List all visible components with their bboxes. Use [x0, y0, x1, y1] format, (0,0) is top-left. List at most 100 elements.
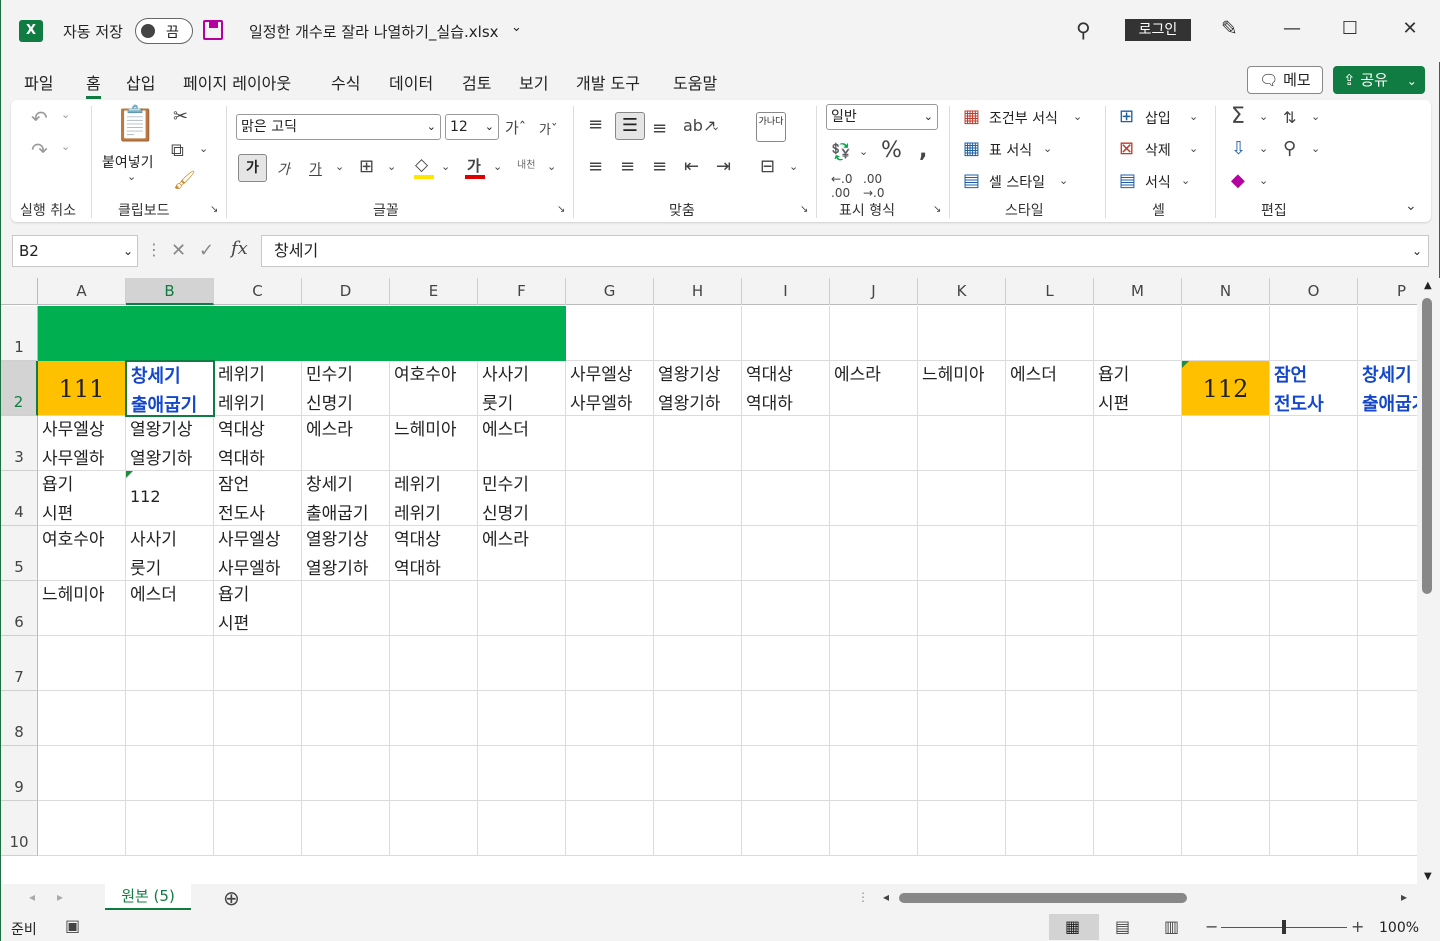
cell-d6[interactable]	[302, 581, 390, 636]
find-icon[interactable]: ⚲	[1283, 138, 1296, 159]
comma-icon[interactable]: ,	[919, 138, 927, 163]
chevron-down-icon[interactable]: ⌄	[511, 20, 522, 35]
cell-o7[interactable]	[1270, 636, 1358, 691]
cell-o1[interactable]	[1270, 306, 1358, 361]
cell-p4[interactable]	[1358, 471, 1417, 526]
chevron-down-icon[interactable]: ⌄	[1189, 110, 1198, 123]
row-header-8[interactable]: 8	[1, 691, 38, 746]
cell-c8[interactable]	[214, 691, 302, 746]
cell-k9[interactable]	[918, 746, 1006, 801]
cell-a10[interactable]	[38, 801, 126, 856]
cell-n9[interactable]	[1182, 746, 1270, 801]
cell-h3[interactable]	[654, 416, 742, 471]
chevron-down-icon[interactable]: ⌄	[1181, 174, 1190, 187]
cell-k1[interactable]	[918, 306, 1006, 361]
cell-i9[interactable]	[742, 746, 830, 801]
fill-icon[interactable]: ⇩	[1231, 138, 1246, 159]
cell-k2[interactable]: 느헤미아	[918, 361, 1006, 416]
dialog-launcher-icon[interactable]: ↘	[210, 204, 218, 215]
cell-k10[interactable]	[918, 801, 1006, 856]
tab-developer[interactable]: 개발 도구	[576, 70, 640, 94]
font-name-combo[interactable]: 맑은 고딕 ⌄	[236, 114, 441, 140]
table-format-icon[interactable]: ▦	[963, 138, 980, 159]
zoom-level[interactable]: 100%	[1379, 920, 1419, 936]
cell-j8[interactable]	[830, 691, 918, 746]
cell-k3[interactable]	[918, 416, 1006, 471]
autosave-toggle[interactable]: 끔	[135, 18, 193, 44]
vertical-scrollbar[interactable]: ▲ ▼	[1417, 278, 1440, 884]
cell-e9[interactable]	[390, 746, 478, 801]
copy-icon[interactable]: ⧉	[171, 140, 184, 161]
align-bottom-icon[interactable]: ≡	[652, 118, 667, 139]
cell-p3[interactable]	[1358, 416, 1417, 471]
column-header-h[interactable]: H	[654, 278, 742, 305]
accessibility-icon[interactable]: ▣	[65, 916, 80, 935]
tab-insert[interactable]: 삽입	[126, 70, 155, 94]
cell-e4[interactable]: 레위기 레위기	[390, 471, 478, 526]
cell-c9[interactable]	[214, 746, 302, 801]
column-header-c[interactable]: C	[214, 278, 302, 305]
insert-cells-button[interactable]: 삽입	[1145, 108, 1171, 128]
tab-help[interactable]: 도움말	[673, 70, 717, 94]
tab-view[interactable]: 보기	[519, 70, 548, 94]
scroll-up-icon[interactable]: ▲	[1424, 280, 1432, 291]
cell-j10[interactable]	[830, 801, 918, 856]
font-shrink-icon[interactable]: 가ˇ	[539, 119, 557, 138]
cell-h7[interactable]	[654, 636, 742, 691]
cell-e5[interactable]: 역대상 역대하	[390, 526, 478, 581]
cell-i4[interactable]	[742, 471, 830, 526]
cell-i5[interactable]	[742, 526, 830, 581]
prev-sheet-icon[interactable]: ◂	[29, 890, 35, 904]
italic-button[interactable]: 가	[277, 159, 290, 179]
redo-icon[interactable]: ↷	[31, 138, 48, 162]
cell-f8[interactable]	[478, 691, 566, 746]
cell-n2[interactable]: 112	[1182, 361, 1270, 416]
cell-d4[interactable]: 창세기 출애굽기	[302, 471, 390, 526]
delete-cells-icon[interactable]: ⊠	[1119, 138, 1134, 159]
column-header-k[interactable]: K	[918, 278, 1006, 305]
cut-icon[interactable]: ✂	[173, 106, 188, 127]
decrease-decimal-icon[interactable]: .00 →.0	[863, 172, 885, 200]
cell-j3[interactable]	[830, 416, 918, 471]
cell-f10[interactable]	[478, 801, 566, 856]
cell-n4[interactable]	[1182, 471, 1270, 526]
cell-p9[interactable]	[1358, 746, 1417, 801]
cell-o5[interactable]	[1270, 526, 1358, 581]
cell-i2[interactable]: 역대상 역대하	[742, 361, 830, 416]
chevron-down-icon[interactable]: ⌄	[387, 160, 396, 173]
close-icon[interactable]: ✕	[1395, 18, 1425, 39]
wrap-text-button[interactable]: 가나다	[756, 112, 786, 142]
cell-j7[interactable]	[830, 636, 918, 691]
cell-j2[interactable]: 에스라	[830, 361, 918, 416]
row-header-1[interactable]: 1	[1, 306, 38, 361]
cell-f6[interactable]	[478, 581, 566, 636]
cell-f7[interactable]	[478, 636, 566, 691]
enter-icon[interactable]: ✓	[199, 240, 214, 261]
row-header-5[interactable]: 5	[1, 526, 38, 581]
format-painter-icon[interactable]: 🖌	[173, 170, 196, 191]
cell-k4[interactable]	[918, 471, 1006, 526]
cell-i10[interactable]	[742, 801, 830, 856]
share-button[interactable]: ⇪ 공유 ⌄	[1333, 66, 1425, 94]
cell-e8[interactable]	[390, 691, 478, 746]
cell-b6[interactable]: 에스더	[126, 581, 214, 636]
cell-h9[interactable]	[654, 746, 742, 801]
tab-data[interactable]: 데이터	[389, 70, 433, 94]
cell-p6[interactable]	[1358, 581, 1417, 636]
view-normal-button[interactable]: ▦	[1049, 914, 1099, 940]
autosum-icon[interactable]: Σ	[1231, 104, 1245, 129]
clear-icon[interactable]: ◆	[1231, 170, 1245, 191]
collapse-ribbon-icon[interactable]: ⌄	[1405, 198, 1417, 214]
chevron-down-icon[interactable]: ⌄	[1311, 110, 1320, 123]
row-header-6[interactable]: 6	[1, 581, 38, 636]
align-middle-icon[interactable]: ☰	[615, 112, 645, 140]
cell-p2[interactable]: 창세기 출애굽기	[1358, 361, 1417, 416]
cell-g3[interactable]	[566, 416, 654, 471]
cell-k6[interactable]	[918, 581, 1006, 636]
file-title[interactable]: 일정한 개수로 잘라 나열하기_실습.xlsx	[249, 21, 499, 42]
bold-button[interactable]: 가	[238, 154, 267, 182]
cell-o3[interactable]	[1270, 416, 1358, 471]
cell-p5[interactable]	[1358, 526, 1417, 581]
cell-f3[interactable]: 에스더	[478, 416, 566, 471]
login-button[interactable]: 로그인	[1125, 19, 1191, 41]
